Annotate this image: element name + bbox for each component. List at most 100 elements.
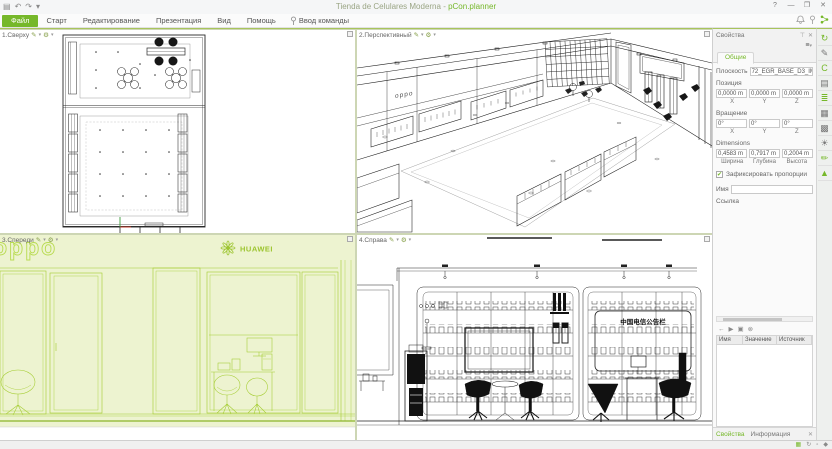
position-x-field[interactable]: 0,0000 m <box>716 89 747 98</box>
sync-icon[interactable]: ↻ <box>817 31 832 46</box>
viewport-label: 1.Сверху ✎ ▾ ⚙ ▾ <box>2 31 54 40</box>
pin-panel-icon[interactable]: ⊤ <box>800 32 805 39</box>
viewport-label: 4.Справа ✎ ▾ ⚙ ▾ <box>359 236 412 245</box>
menu-start[interactable]: Старт <box>38 15 74 27</box>
axis-y-label: Y <box>762 99 767 105</box>
depth-field[interactable]: 0,7917 m <box>749 149 780 158</box>
plane-label: Плоскость <box>716 68 748 75</box>
close-button[interactable]: ✕ <box>816 0 830 12</box>
right-tool-rail: ↻ ✎ C ▤ ≣ ▦ ▩ ☀ ✏ ▲ <box>816 28 832 440</box>
menu-file[interactable]: Файл <box>2 14 39 27</box>
refresh-icon[interactable]: ↻ <box>806 441 811 449</box>
chevron-down-icon[interactable]: ▾ <box>51 32 54 38</box>
viewport-settings-gear-icon[interactable]: ⚙ <box>426 31 432 39</box>
draw-icon[interactable]: ✏ <box>817 151 832 166</box>
viewport-title: 1.Сверху <box>2 31 30 39</box>
viewport-label: 2.Перспективный ✎ ▾ ⚙ ▾ <box>359 31 436 40</box>
chevron-down-icon[interactable]: ▾ <box>43 237 46 243</box>
position-section-label: Позиция <box>716 80 742 87</box>
pcon-catalog-icon[interactable]: C <box>817 61 832 76</box>
height-field[interactable]: 0,2004 m <box>782 149 813 158</box>
chevron-down-icon[interactable]: ▾ <box>409 237 412 243</box>
column-value[interactable]: Значение <box>743 336 777 344</box>
column-source[interactable]: Источник <box>777 336 812 344</box>
viewport-settings-gear-icon[interactable]: ⚙ <box>43 31 49 39</box>
menu-help[interactable]: Помощь <box>239 15 284 27</box>
annotate-pen-icon[interactable]: ✎ <box>817 46 832 61</box>
chevron-down-icon[interactable]: ▾ <box>396 237 399 243</box>
attributes-table-body[interactable] <box>717 345 812 426</box>
chevron-down-icon[interactable]: ▾ <box>39 32 42 38</box>
position-y-field[interactable]: 0,0000 m <box>749 89 780 98</box>
position-z-field[interactable]: 0,0000 m <box>782 89 813 98</box>
rotation-y-field[interactable]: 0° <box>749 119 780 128</box>
panel-menu-icon[interactable]: ≡▾ <box>713 41 816 51</box>
telecom-sign-text: 中国电信公告栏 <box>620 317 666 326</box>
properties-content: Плоскость 72_EGR_BASE_D3_IMPOR Позиция 0… <box>713 63 816 427</box>
render-status-icon[interactable]: ▦ <box>796 441 802 449</box>
tab-information[interactable]: Информация <box>751 431 791 438</box>
menu-view[interactable]: Вид <box>209 15 239 27</box>
plan-drawing <box>62 34 206 233</box>
viewport-perspective-view[interactable]: oppo 2.Перспективный ✎ ▾ ⚙ ▾ <box>357 30 712 233</box>
panel-bottom-tabs: Свойства Информация ✕ <box>713 427 816 440</box>
maximize-viewport-icon[interactable] <box>704 31 710 37</box>
lock-proportions-checkbox[interactable]: ✔ <box>716 171 723 178</box>
rotation-x-field[interactable]: 0° <box>716 119 747 128</box>
tab-general[interactable]: Общие <box>717 52 755 64</box>
axis-x-label: X <box>730 99 735 105</box>
close-panel-icon[interactable]: ✕ <box>808 32 813 39</box>
viewport-settings-gear-icon[interactable]: ⚙ <box>48 236 54 244</box>
width-label: Ширина <box>721 159 744 165</box>
cursor-icon[interactable]: ▶ <box>729 325 734 333</box>
command-entry-label: Ввод команды <box>298 16 349 25</box>
horizontal-scrollbar[interactable] <box>716 316 813 322</box>
back-icon[interactable]: ← <box>718 326 725 333</box>
render-mode-pen-icon[interactable]: ✎ <box>414 31 419 39</box>
plane-value-field[interactable]: 72_EGR_BASE_D3_IMPOR <box>749 67 813 76</box>
render-mode-pen-icon[interactable]: ✎ <box>36 236 41 244</box>
media-image-icon[interactable]: ▲ <box>817 166 832 181</box>
pin-icon[interactable] <box>809 15 816 24</box>
rotation-section-label: Вращение <box>716 110 748 117</box>
maximize-viewport-icon[interactable] <box>347 31 353 37</box>
maximize-viewport-icon[interactable] <box>704 236 710 242</box>
command-entry[interactable]: Ввод команды <box>290 16 349 25</box>
menu-presentation[interactable]: Презентация <box>148 15 209 27</box>
chevron-down-icon[interactable]: ▾ <box>433 32 436 38</box>
close-tab-icon[interactable]: ✕ <box>808 431 813 438</box>
chevron-down-icon: ▾ <box>809 43 812 49</box>
help-button[interactable]: ? <box>768 0 782 12</box>
render-mode-pen-icon[interactable]: ✎ <box>31 31 36 39</box>
textures-icon[interactable]: ▩ <box>817 121 832 136</box>
layers-icon[interactable]: ≣ <box>817 91 832 106</box>
chevron-down-icon[interactable]: ▾ <box>56 237 59 243</box>
minimize-button[interactable]: — <box>784 0 798 12</box>
render-mode-pen-icon[interactable]: ✎ <box>389 236 394 244</box>
restore-button[interactable]: ❐ <box>800 0 814 12</box>
viewport-top-view[interactable]: 1.Сверху ✎ ▾ ⚙ ▾ <box>0 30 355 233</box>
share-icon[interactable] <box>820 15 829 24</box>
materials-icon[interactable]: ▦ <box>817 106 832 121</box>
more-status-icon[interactable]: ◆ <box>823 441 828 449</box>
delete-icon[interactable]: ⊗ <box>748 325 753 333</box>
scrollbar-thumb[interactable] <box>723 318 782 321</box>
rotation-z-field[interactable]: 0° <box>782 119 813 128</box>
maximize-viewport-icon[interactable] <box>347 236 353 242</box>
viewport-right-view[interactable]: 中国电信公告栏 4.Справа ✎ ▾ ⚙ ▾ <box>357 235 712 441</box>
viewport-settings-gear-icon[interactable]: ⚙ <box>401 236 407 244</box>
status-bar: ▦ ↻ ▫ ◆ <box>0 440 832 449</box>
link-label: Ссылка <box>716 198 740 205</box>
name-field[interactable] <box>730 185 813 194</box>
display-icon[interactable]: ▫ <box>816 441 818 449</box>
bell-icon[interactable] <box>796 15 805 24</box>
tab-properties[interactable]: Свойства <box>716 431 745 438</box>
chevron-down-icon[interactable]: ▾ <box>421 32 424 38</box>
menu-edit[interactable]: Редактирование <box>75 15 148 27</box>
column-name[interactable]: Имя <box>717 336 743 344</box>
copy-icon[interactable]: ▣ <box>738 325 744 333</box>
width-field[interactable]: 0,4583 m <box>716 149 747 158</box>
drawer-icon[interactable]: ▤ <box>817 76 832 91</box>
viewport-front-view[interactable]: oppo HUAWEI 3.Спереди ✎ ▾ ⚙ ▾ <box>0 235 355 441</box>
light-settings-icon[interactable]: ☀ <box>817 136 832 151</box>
